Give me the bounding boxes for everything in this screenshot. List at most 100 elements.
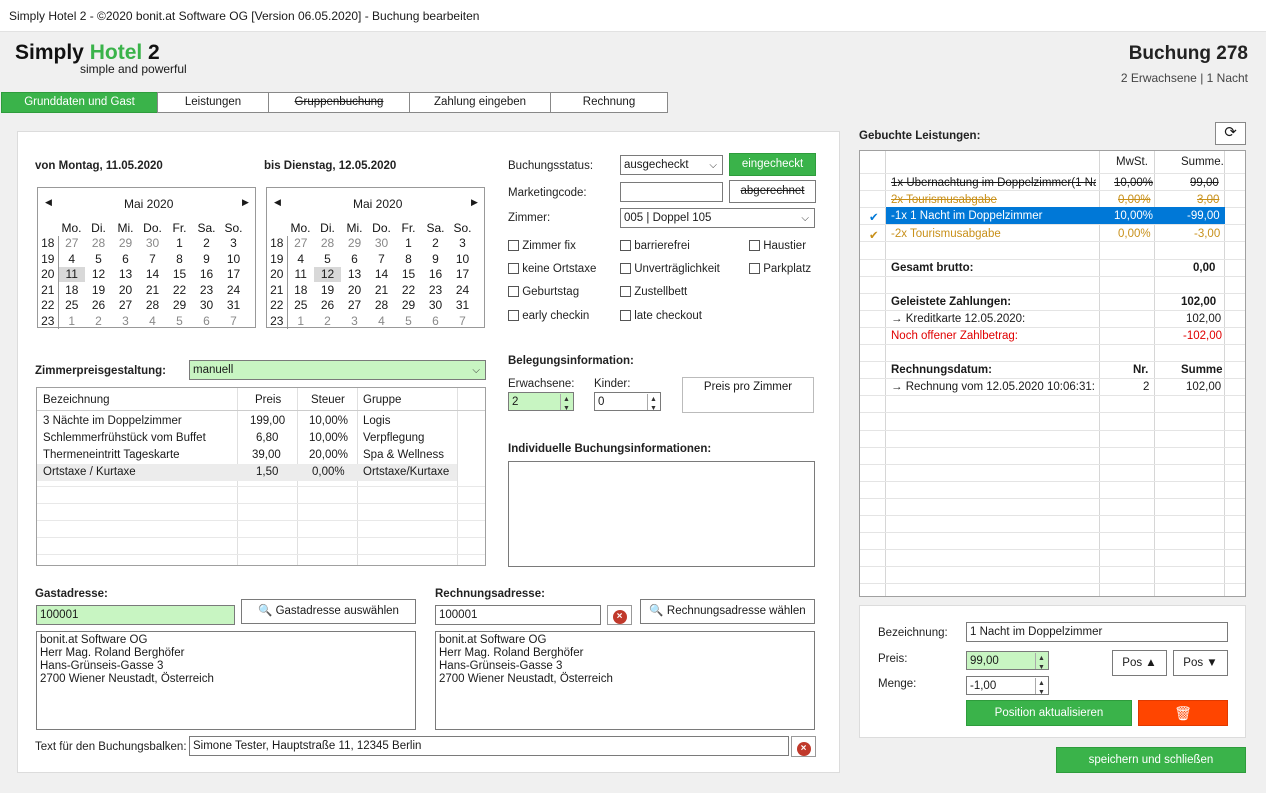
service-row-sum[interactable]: -3,00 [1194, 228, 1220, 240]
room-select[interactable]: 005 | Doppel 105 ⌵ [620, 208, 815, 228]
table-cell[interactable]: 10,00% [309, 432, 348, 444]
marketing-input[interactable] [620, 182, 723, 202]
col-header-bezeichnung[interactable]: Bezeichnung [43, 394, 110, 406]
tab-zahlung[interactable]: Zahlung eingeben [409, 92, 551, 113]
checkbox-zustellbett[interactable]: Zustellbett [620, 286, 687, 298]
invoice-address-textarea[interactable]: bonit.at Software OG Herr Mag. Roland Ber… [435, 631, 815, 730]
save-close-button[interactable]: speichern und schließen [1056, 747, 1246, 773]
update-position-button[interactable]: Position aktualisieren [966, 700, 1132, 726]
checkbox-icon[interactable] [620, 310, 631, 322]
stepper-arrows-icon[interactable] [1035, 652, 1047, 669]
checkbox-unvertraeglichkeit[interactable]: Unverträglichkeit [620, 263, 720, 275]
tab-rechnung[interactable]: Rechnung [550, 92, 668, 113]
service-row-tax[interactable]: 0,00% [1118, 228, 1151, 240]
position-name-input[interactable]: 1 Nacht im Doppelzimmer [966, 622, 1228, 642]
table-cell[interactable]: Logis [363, 415, 391, 427]
checkbox-keine-ortstaxe[interactable]: keine Ortstaxe [508, 263, 596, 275]
checkbox-icon[interactable] [508, 310, 519, 322]
col-header-steuer[interactable]: Steuer [311, 394, 345, 406]
table-cell[interactable]: 3 Nächte im Doppelzimmer [43, 415, 182, 427]
checkbox-parkplatz[interactable]: Parkplatz [749, 263, 811, 275]
invoice-line[interactable]: → Rechnung vom 12.05.2020 10:06:31: [891, 381, 1095, 393]
col-header-mwst[interactable]: MwSt. [1116, 156, 1148, 168]
select-invoice-address-button[interactable]: 🔍 Rechnungsadresse wählen [640, 599, 815, 624]
adults-stepper[interactable]: 2 [508, 392, 574, 411]
checkbox-icon[interactable] [508, 286, 519, 298]
checkbox-haustier[interactable]: Haustier [749, 240, 806, 252]
checkbox-barrierefrei[interactable]: barrierefrei [620, 240, 690, 252]
service-row-name[interactable]: 2x Tourismusabgabe [891, 194, 997, 206]
checkbox-zimmer-fix[interactable]: Zimmer fix [508, 240, 576, 252]
checkbox-geburtstag[interactable]: Geburtstag [508, 286, 579, 298]
clear-bar-text-button[interactable]: × [791, 736, 816, 757]
checkbox-icon[interactable] [620, 263, 631, 275]
calendar-grid[interactable]: Mo. Di. Mi. Do. Fr. Sa. So. 18 27 28 29 30 1 2 3 19 4 5… [38, 220, 247, 329]
individual-info-textarea[interactable] [508, 461, 815, 567]
guest-address-textarea[interactable]: bonit.at Software OG Herr Mag. Roland Ber… [36, 631, 416, 730]
billed-button[interactable]: abgerechnet [729, 180, 816, 203]
table-cell[interactable]: Thermeneintritt Tageskarte [43, 449, 180, 461]
guest-id-input[interactable]: 100001 [36, 605, 235, 625]
calendar-to[interactable]: ◀ Mai 2020 ▶ Mo. Di. Mi. Do. Fr. Sa. So. 18 27 2… [266, 187, 485, 329]
service-row-sum[interactable]: -99,00 [1187, 210, 1220, 222]
position-up-button[interactable]: Pos ▲ [1112, 650, 1167, 676]
tab-leistungen[interactable]: Leistungen [157, 92, 269, 113]
next-month-icon[interactable]: ▶ [242, 197, 249, 208]
services-table[interactable]: MwSt. Summe. 1x Übernachtung im Doppelzi… [859, 150, 1246, 597]
table-cell[interactable]: 20,00% [309, 449, 348, 461]
checkbox-icon[interactable] [620, 240, 631, 252]
clear-invoice-button[interactable]: × [607, 605, 632, 625]
table-cell[interactable]: 0,00% [312, 466, 345, 478]
table-cell[interactable]: Ortstaxe / Kurtaxe [43, 466, 136, 478]
stepper-arrows-icon[interactable] [560, 393, 572, 410]
checkbox-icon[interactable] [749, 263, 760, 275]
prev-month-icon[interactable]: ◀ [45, 197, 52, 208]
invoice-line-sum[interactable]: 102,00 [1186, 381, 1221, 393]
checkbox-icon[interactable] [508, 263, 519, 275]
table-cell[interactable]: 199,00 [250, 415, 285, 427]
stepper-arrows-icon[interactable] [1035, 677, 1047, 694]
children-stepper[interactable]: 0 [594, 392, 661, 411]
tab-grunddaten[interactable]: Grunddaten und Gast [1, 92, 158, 113]
bar-text-input[interactable]: Simone Tester, Hauptstraße 11, 12345 Ber… [189, 736, 789, 756]
calendar-grid[interactable]: Mo. Di. Mi. Do. Fr. Sa. So. 18 27 28 29 30 1 2 3 19 4 5… [267, 220, 476, 329]
invoice-line-nr[interactable]: 2 [1143, 381, 1149, 393]
tab-gruppenbuchung[interactable]: Gruppenbuchung [268, 92, 410, 113]
service-row-tax[interactable]: 10,00% [1114, 210, 1153, 222]
service-row-name[interactable]: -1x 1 Nacht im Doppelzimmer [891, 210, 1042, 222]
service-row-name[interactable]: -2x Tourismusabgabe [891, 228, 1001, 240]
prev-month-icon[interactable]: ◀ [274, 197, 281, 208]
checkbox-late-checkout[interactable]: late checkout [620, 310, 702, 322]
service-row-sum[interactable]: 3,00 [1197, 194, 1219, 206]
pricing-select[interactable]: manuell ⌵ [189, 360, 486, 380]
col-header-gruppe[interactable]: Gruppe [363, 394, 401, 406]
invoice-id-input[interactable]: 100001 [435, 605, 601, 625]
checkbox-early-checkin[interactable]: early checkin [508, 310, 589, 322]
table-cell[interactable]: Verpflegung [363, 432, 424, 444]
stepper-arrows-icon[interactable] [647, 393, 659, 410]
col-header-preis[interactable]: Preis [255, 394, 281, 406]
checkbox-icon[interactable] [749, 240, 760, 252]
service-row-tax[interactable]: 10,00% [1114, 177, 1153, 189]
table-cell[interactable]: Spa & Wellness [363, 449, 444, 461]
delete-position-button[interactable]: 🗑 [1138, 700, 1228, 726]
service-row-name[interactable]: 1x Übernachtung im Doppelzimmer(1 Na... [891, 177, 1096, 189]
price-per-room-button[interactable]: Preis pro Zimmer [682, 377, 814, 413]
table-cell[interactable]: 6,80 [256, 432, 278, 444]
position-down-button[interactable]: Pos ▼ [1173, 650, 1228, 676]
select-guest-button[interactable]: 🔍 Gastadresse auswählen [241, 599, 416, 624]
position-price-stepper[interactable]: 99,00 [966, 651, 1049, 670]
table-cell[interactable]: Ortstaxe/Kurtaxe [363, 466, 449, 478]
refresh-icon[interactable]: ⟳ [1215, 122, 1246, 145]
col-header-summe[interactable]: Summe. [1181, 156, 1224, 168]
service-row-tax[interactable]: 0,00% [1118, 194, 1151, 206]
calendar-from[interactable]: ◀ Mai 2020 ▶ Mo. Di. Mi. Do. Fr. Sa. So. 18 27 2… [37, 187, 256, 329]
service-row-sum[interactable]: 99,00 [1190, 177, 1219, 189]
checkin-button[interactable]: eingecheckt [729, 153, 816, 176]
table-cell[interactable]: 1,50 [256, 466, 278, 478]
table-cell[interactable]: 39,00 [252, 449, 281, 461]
table-cell[interactable]: 10,00% [309, 415, 348, 427]
price-table[interactable]: Bezeichnung Preis Steuer Gruppe 3 Nächte… [36, 387, 486, 566]
checkbox-icon[interactable] [620, 286, 631, 298]
position-qty-stepper[interactable]: -1,00 [966, 676, 1049, 695]
